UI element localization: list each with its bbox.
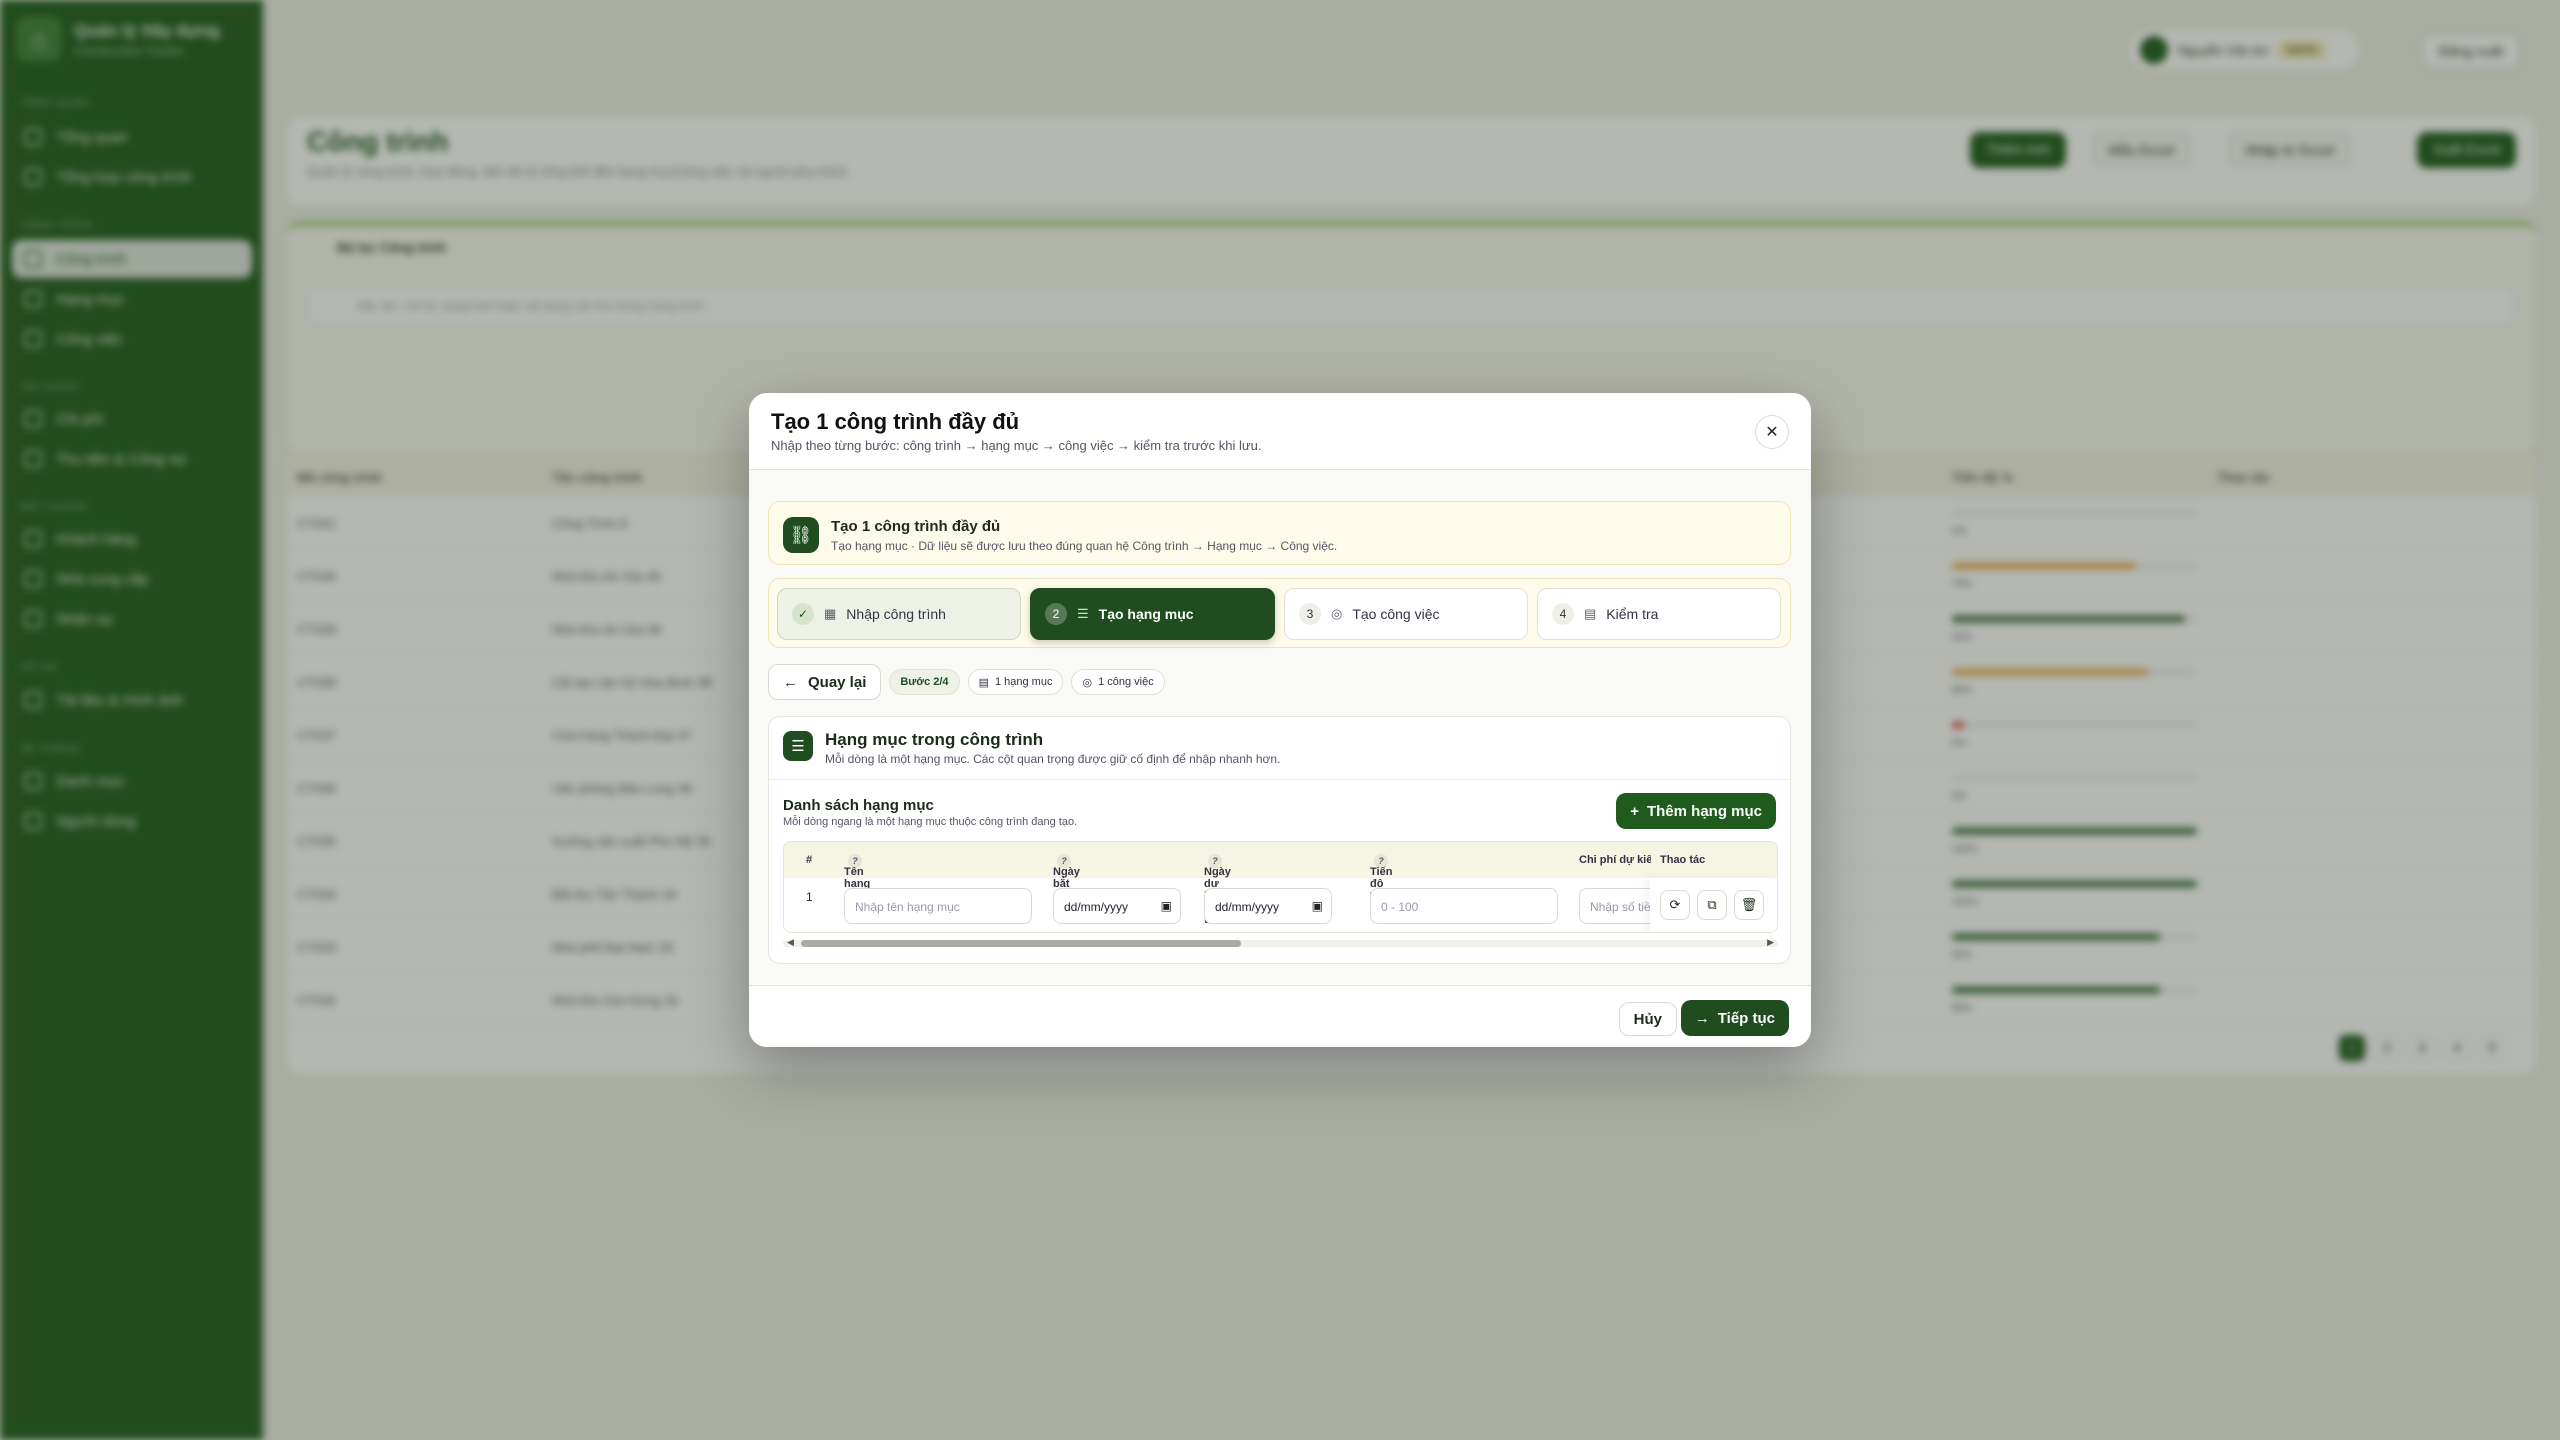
start-date-input[interactable]: dd/mm/yyyy ▣ xyxy=(1053,888,1181,924)
end-date-input[interactable]: dd/mm/yyyy ▣ xyxy=(1204,888,1332,924)
divider xyxy=(769,779,1790,780)
step-number: 2 xyxy=(1045,603,1067,625)
duplicate-button[interactable]: ⧉ xyxy=(1697,890,1727,920)
delete-button[interactable]: 🗑 xyxy=(1734,890,1764,920)
info-title: Tạo 1 công trình đầy đủ xyxy=(831,518,1001,535)
step-chip: Bước 2/4 xyxy=(889,669,960,695)
col-progress: Tiến độ %? xyxy=(1370,854,1393,902)
modal-subtitle: Nhập theo từng bước: công trình → hạng m… xyxy=(771,438,1262,453)
scroll-thumb[interactable] xyxy=(801,940,1241,947)
check-icon: ✓ xyxy=(792,603,814,625)
categories-table: # Tên hạng mục? Ngày bắt đầu? Ngày dự ki… xyxy=(783,841,1778,933)
step-review[interactable]: 4 ▤ Kiểm tra xyxy=(1537,588,1781,640)
step-label: Tạo hạng mục xyxy=(1098,606,1194,622)
info-subtitle: Tạo hạng mục · Dữ liệu sẽ được lưu theo … xyxy=(831,539,1338,553)
calendar-icon[interactable]: ▣ xyxy=(1312,899,1323,913)
nav-row: ← Quay lại Bước 2/4 ▤ 1 hạng mục ◎ 1 công … xyxy=(768,664,1165,700)
step-number: 4 xyxy=(1552,603,1574,625)
clipboard-icon: ▤ xyxy=(1584,606,1597,621)
continue-button[interactable]: → Tiếp tục xyxy=(1680,1000,1789,1036)
row-index: 1 xyxy=(806,890,813,904)
row-actions: ⟳ ⧉ 🗑 xyxy=(1650,878,1777,932)
info-banner: ⛓ Tạo 1 công trình đầy đủ Tạo hạng mục ·… xyxy=(768,501,1791,565)
list-icon: ▤ xyxy=(978,676,989,689)
refresh-icon: ⟳ xyxy=(1669,897,1681,912)
category-name-input[interactable]: Nhập tên hạng mục xyxy=(844,888,1032,924)
create-project-modal: Tạo 1 công trình đầy đủ Nhập theo từng b… xyxy=(749,393,1811,1047)
arrow-right-icon: → xyxy=(1694,1009,1710,1027)
add-category-button[interactable]: + Thêm hạng mục xyxy=(1616,793,1776,829)
step-label: Nhập công trình xyxy=(846,606,946,622)
hierarchy-icon: ⛓ xyxy=(783,517,819,553)
list-title: Danh sách hạng mục xyxy=(783,797,934,814)
copy-down-button[interactable]: ⟳ xyxy=(1660,890,1690,920)
categories-section: ☰ Hạng mục trong công trình Mỗi dòng là … xyxy=(768,716,1791,964)
divider xyxy=(749,469,1811,470)
col-end: Ngày dự kiến hoàn thành? xyxy=(1204,854,1234,926)
plus-icon: + xyxy=(1630,802,1639,820)
building-icon: ▦ xyxy=(824,606,837,621)
table-row: 1 Nhập tên hạng mục dd/mm/yyyy ▣ dd/mm/yy… xyxy=(784,878,1777,932)
col-start: Ngày bắt đầu? xyxy=(1053,854,1080,902)
table-icon: ☰ xyxy=(783,731,813,761)
trash-icon: 🗑 xyxy=(1740,897,1758,912)
arrow-left-icon[interactable]: ◀ xyxy=(787,937,794,948)
horizontal-scrollbar[interactable]: ◀ ▶ xyxy=(783,937,1778,949)
calendar-icon[interactable]: ▣ xyxy=(1161,899,1172,913)
tasks-count-chip: ◎ 1 công việc xyxy=(1071,669,1165,695)
table-header: # Tên hạng mục? Ngày bắt đầu? Ngày dự ki… xyxy=(784,842,1777,926)
step-label: Tạo công việc xyxy=(1352,606,1440,622)
close-button[interactable]: ✕ xyxy=(1755,415,1789,449)
progress-input[interactable]: 0 - 100 xyxy=(1370,888,1558,924)
close-icon: ✕ xyxy=(1765,424,1779,441)
col-cost: Chi phí dự kiến xyxy=(1579,854,1651,866)
cancel-button[interactable]: Hủy xyxy=(1618,1002,1677,1036)
items-count-chip: ▤ 1 hạng mục xyxy=(967,669,1064,695)
copy-icon: ⧉ xyxy=(1707,897,1717,912)
arrow-right-icon[interactable]: ▶ xyxy=(1767,937,1774,948)
step-categories[interactable]: 2 ☰ Tạo hạng mục xyxy=(1030,588,1275,640)
back-button[interactable]: ← Quay lại xyxy=(768,664,882,700)
modal-title: Tạo 1 công trình đầy đủ xyxy=(771,409,1020,434)
check-circle-icon: ◎ xyxy=(1331,606,1343,621)
step-tasks[interactable]: 3 ◎ Tạo công việc xyxy=(1284,588,1528,640)
section-title: Hạng mục trong công trình xyxy=(825,730,1044,749)
col-name: Tên hạng mục? xyxy=(844,854,871,902)
step-project[interactable]: ✓ ▦ Nhập công trình xyxy=(777,588,1021,640)
col-index: # xyxy=(806,854,813,866)
step-label: Kiểm tra xyxy=(1606,606,1659,622)
section-subtitle: Mỗi dòng là một hạng mục. Các cột quan t… xyxy=(825,752,1281,766)
col-actions: Thao tác xyxy=(1660,854,1706,866)
list-icon: ☰ xyxy=(1077,606,1089,621)
arrow-left-icon: ← xyxy=(783,673,798,691)
modal-footer: Hủy → Tiếp tục xyxy=(749,985,1811,1047)
stepper: ✓ ▦ Nhập công trình 2 ☰ Tạo hạng mục 3 ◎… xyxy=(768,578,1791,648)
list-subtitle: Mỗi dòng ngang là một hạng mục thuộc côn… xyxy=(783,816,1078,828)
step-number: 3 xyxy=(1299,603,1321,625)
check-circle-icon: ◎ xyxy=(1082,676,1093,689)
